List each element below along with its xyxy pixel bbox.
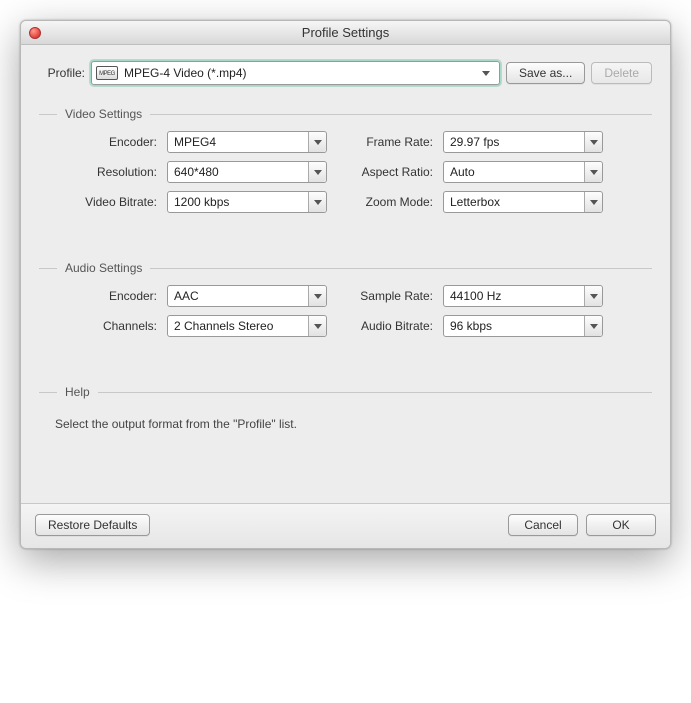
resolution-label: Resolution: <box>39 165 157 179</box>
resolution-value: 640*480 <box>174 165 219 179</box>
chevron-down-icon <box>584 316 602 336</box>
samplerate-select[interactable]: 44100 Hz <box>443 285 603 307</box>
profile-row: Profile: MPEG MPEG-4 Video (*.mp4) Save … <box>39 61 652 85</box>
audio-encoder-label: Encoder: <box>39 289 157 303</box>
chevron-down-icon <box>584 162 602 182</box>
aspect-label: Aspect Ratio: <box>337 165 433 179</box>
profile-label: Profile: <box>39 66 85 80</box>
video-encoder-label: Encoder: <box>39 135 157 149</box>
chevron-down-icon <box>584 286 602 306</box>
dialog-footer: Restore Defaults Cancel OK <box>21 503 670 548</box>
video-encoder-value: MPEG4 <box>174 135 216 149</box>
video-encoder-select[interactable]: MPEG4 <box>167 131 327 153</box>
framerate-value: 29.97 fps <box>450 135 499 149</box>
format-icon: MPEG <box>96 66 118 80</box>
video-bitrate-value: 1200 kbps <box>174 195 229 209</box>
video-bitrate-select[interactable]: 1200 kbps <box>167 191 327 213</box>
framerate-select[interactable]: 29.97 fps <box>443 131 603 153</box>
help-text: Select the output format from the "Profi… <box>39 409 652 431</box>
profile-settings-dialog: Profile Settings Profile: MPEG MPEG-4 Vi… <box>20 20 671 549</box>
zoom-select[interactable]: Letterbox <box>443 191 603 213</box>
audio-bitrate-select[interactable]: 96 kbps <box>443 315 603 337</box>
aspect-select[interactable]: Auto <box>443 161 603 183</box>
chevron-down-icon <box>308 286 326 306</box>
chevron-down-icon <box>308 192 326 212</box>
cancel-button[interactable]: Cancel <box>508 514 578 536</box>
samplerate-label: Sample Rate: <box>337 289 433 303</box>
channels-value: 2 Channels Stereo <box>174 319 273 333</box>
chevron-down-icon <box>308 316 326 336</box>
resolution-combo[interactable]: 640*480 <box>167 161 327 183</box>
samplerate-value: 44100 Hz <box>450 289 501 303</box>
help-group: Help Select the output format from the "… <box>39 385 652 431</box>
audio-bitrate-label: Audio Bitrate: <box>337 319 433 333</box>
audio-bitrate-value: 96 kbps <box>450 319 492 333</box>
ok-button[interactable]: OK <box>586 514 656 536</box>
channels-label: Channels: <box>39 319 157 333</box>
chevron-down-icon <box>477 62 495 84</box>
video-bitrate-label: Video Bitrate: <box>39 195 157 209</box>
titlebar: Profile Settings <box>21 21 670 45</box>
video-group-title: Video Settings <box>65 107 142 121</box>
audio-settings-group: Audio Settings Encoder: AAC Sample Rate:… <box>39 261 652 337</box>
window-title: Profile Settings <box>21 25 670 40</box>
audio-encoder-select[interactable]: AAC <box>167 285 327 307</box>
chevron-down-icon <box>308 132 326 152</box>
help-group-title: Help <box>65 385 90 399</box>
audio-group-title: Audio Settings <box>65 261 142 275</box>
profile-select[interactable]: MPEG MPEG-4 Video (*.mp4) <box>91 61 500 85</box>
chevron-down-icon <box>308 162 326 182</box>
save-as-button[interactable]: Save as... <box>506 62 585 84</box>
zoom-label: Zoom Mode: <box>337 195 433 209</box>
chevron-down-icon <box>584 192 602 212</box>
aspect-value: Auto <box>450 165 475 179</box>
video-settings-group: Video Settings Encoder: MPEG4 Frame Rate… <box>39 107 652 213</box>
framerate-label: Frame Rate: <box>337 135 433 149</box>
chevron-down-icon <box>584 132 602 152</box>
close-icon[interactable] <box>29 27 41 39</box>
audio-encoder-value: AAC <box>174 289 199 303</box>
delete-button: Delete <box>591 62 652 84</box>
profile-value: MPEG-4 Video (*.mp4) <box>124 66 477 80</box>
restore-defaults-button[interactable]: Restore Defaults <box>35 514 150 536</box>
channels-select[interactable]: 2 Channels Stereo <box>167 315 327 337</box>
zoom-value: Letterbox <box>450 195 500 209</box>
